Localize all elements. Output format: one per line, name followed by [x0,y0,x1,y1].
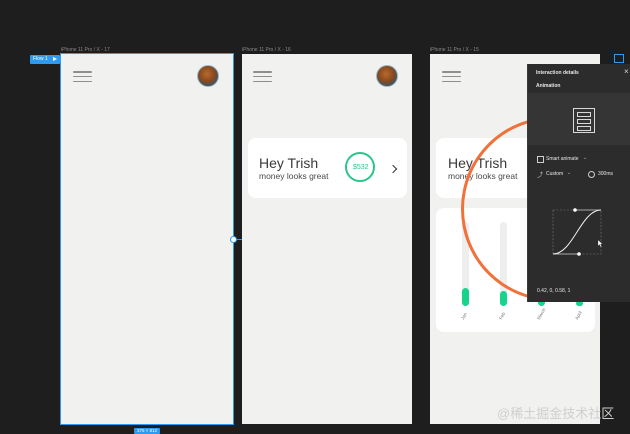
subtitle-text: money looks great [259,171,329,181]
frame-size-label: 375 × 812 [137,428,158,433]
balance-amount: $532 [353,164,369,171]
month-label-jan: Jan [460,311,468,321]
menu-icon[interactable] [73,71,92,83]
duration-input[interactable]: 300ms [598,171,613,177]
easing-icon: ⤴ [537,173,544,179]
greeting-text: Hey Trish [259,155,319,171]
month-label-april: April [574,310,583,321]
frame-label-16[interactable]: iPhone 11 Pro / X - 16 [242,47,291,53]
avatar[interactable] [376,65,398,87]
frame-label-15[interactable]: iPhone 11 Pro / X - 15 [430,47,479,53]
balance-card[interactable]: Hey Trish money looks great $532 [248,138,407,198]
bezier-curve-graph [552,208,603,256]
bar-jan [462,287,469,306]
preview-frame-icon [573,108,595,133]
present-icon[interactable] [614,54,624,63]
month-label-march: March [536,307,547,321]
flow-label: Flow 1 [33,56,48,62]
month-label-feb: Feb [498,311,507,321]
smart-animate-icon [537,156,544,163]
clock-icon [588,171,595,178]
frame-size-badge: 375 × 812 [134,428,160,434]
bar-feb [500,290,507,306]
bezier-values: 0.42, 0, 0.58, 1 [537,288,571,294]
phone-frame-17[interactable] [60,53,234,425]
chevron-right-icon[interactable] [388,164,398,174]
frame-label-17[interactable]: iPhone 11 Pro / X - 17 [61,47,110,53]
avatar[interactable] [197,65,219,87]
chevron-down-icon[interactable]: ⌄ [583,155,587,161]
play-icon [53,57,57,61]
animation-preview [528,93,630,145]
menu-icon[interactable] [253,71,272,83]
chevron-down-icon[interactable]: ⌄ [567,170,571,176]
menu-icon[interactable] [442,71,461,83]
bezier-curve-editor[interactable] [545,204,609,258]
phone-frame-16[interactable]: Hey Trish money looks great $532 [242,54,412,424]
close-icon[interactable]: × [624,67,629,76]
animation-type-select[interactable]: Smart animate [546,156,579,162]
interaction-details-panel: Interaction details × Animation Smart an… [527,64,630,302]
panel-title: Interaction details [536,70,579,76]
flow-badge[interactable]: Flow 1 [30,55,60,64]
easing-select[interactable]: Custom [546,171,563,177]
section-title: Animation [536,83,561,89]
watermark: @稀土掘金技术社区 [497,406,615,421]
